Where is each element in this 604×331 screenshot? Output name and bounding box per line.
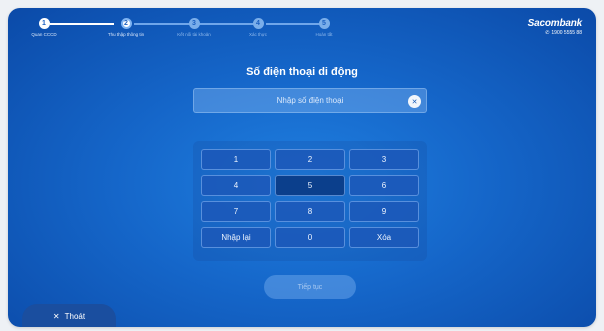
step-number: 3 [188, 18, 200, 29]
brand: Sacombank ✆ 1900 5555 88 [527, 18, 583, 36]
step-number: 2 [120, 18, 132, 29]
key-7[interactable]: 7 [201, 201, 271, 222]
hotline-number: 1900 5555 88 [551, 30, 582, 36]
kiosk-screen: 1 Quan CCCD 2 Thu thập thông tin 3 Kết n… [8, 8, 596, 327]
phone-input-placeholder: Nhập số điện thoại [276, 96, 344, 105]
key-0[interactable]: 0 [275, 227, 345, 248]
key-reset[interactable]: Nhập lại [201, 227, 271, 248]
key-9[interactable]: 9 [349, 201, 419, 222]
brand-logo: Sacombank [527, 18, 583, 29]
key-1[interactable]: 1 [201, 149, 271, 170]
step-3: 3 Kết nối tài khoản [164, 18, 224, 37]
step-number: 4 [252, 18, 264, 29]
key-5[interactable]: 5 [275, 175, 345, 196]
step-label: Xác thực [248, 32, 268, 37]
page-title: Số điện thoại di động [246, 66, 358, 78]
continue-button[interactable]: Tiếp tục [264, 275, 356, 299]
exit-label: Thoát [64, 311, 86, 321]
step-1: 1 Quan CCCD [14, 18, 74, 37]
step-label: Hoàn tất [315, 32, 333, 37]
step-2: 2 Thu thập thông tin [96, 18, 156, 37]
step-number: 5 [318, 18, 330, 29]
key-6[interactable]: 6 [349, 175, 419, 196]
step-label: Quan CCCD [31, 32, 57, 37]
step-label: Kết nối tài khoản [177, 32, 211, 37]
key-2[interactable]: 2 [275, 149, 345, 170]
step-5: 5 Hoàn tất [294, 18, 354, 37]
step-4: 4 Xác thực [228, 18, 288, 37]
hotline: ✆ 1900 5555 88 [528, 30, 582, 36]
clear-circle-icon[interactable]: ✕ [408, 95, 421, 108]
step-label: Thu thập thông tin [107, 32, 145, 37]
key-8[interactable]: 8 [275, 201, 345, 222]
key-delete[interactable]: Xóa [349, 227, 419, 248]
key-4[interactable]: 4 [201, 175, 271, 196]
phone-input[interactable]: Nhập số điện thoại ✕ [193, 88, 427, 113]
numeric-keypad: 1 2 3 4 5 6 7 8 9 Nhập lại 0 Xóa [193, 141, 427, 261]
step-number: 1 [38, 18, 50, 29]
exit-button[interactable]: ✕ Thoát [22, 304, 116, 327]
phone-icon: ✆ [545, 30, 550, 36]
close-icon: ✕ [52, 311, 60, 321]
key-3[interactable]: 3 [349, 149, 419, 170]
progress-steps: 1 Quan CCCD 2 Thu thập thông tin 3 Kết n… [28, 18, 348, 48]
